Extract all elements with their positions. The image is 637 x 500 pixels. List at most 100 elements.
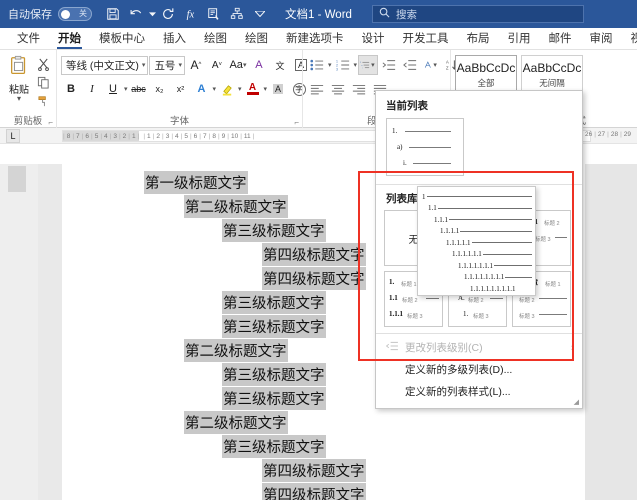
text-highlight-button[interactable]: [217, 79, 237, 99]
ruler-right-ticks: | 1 | 2 | 3 | 4 | 5 | 6 | 7 | 8 | 9 | 10 | 11 |: [143, 132, 255, 140]
menu-item-define-new-multilevel-list[interactable]: 定义新的多级列表(D)...: [376, 358, 582, 380]
underline-button[interactable]: U: [103, 79, 123, 99]
tab-design[interactable]: 设计: [353, 28, 394, 49]
doc-line[interactable]: 第二级标题文字: [62, 410, 585, 434]
tab-template-center[interactable]: 模板中心: [90, 28, 154, 49]
menu-item-change-list-level[interactable]: 更改列表级别(C) ›: [376, 336, 582, 358]
paste-button[interactable]: 粘贴 ▾: [4, 52, 34, 109]
bullets-caret-icon[interactable]: ▾: [328, 61, 332, 69]
current-list-title: 当前列表: [386, 100, 428, 112]
tab-developer[interactable]: 开发工具: [394, 28, 458, 49]
preview-level-row: 1.1.1.1.1.1: [422, 249, 532, 261]
font-size-combo[interactable]: 五号 ▾: [149, 55, 185, 75]
menu-item-define-new-list-style[interactable]: 定义新的列表样式(L)...: [376, 380, 582, 402]
character-shading-button[interactable]: A: [268, 79, 288, 99]
preview-level-row: 1.1: [422, 203, 532, 215]
paste-dropdown-caret-icon[interactable]: ▾: [17, 95, 21, 103]
highlight-caret-icon[interactable]: ▾: [238, 85, 242, 93]
format-painter-icon[interactable]: [34, 92, 52, 109]
doc-line[interactable]: 第四级标题文字: [62, 482, 585, 500]
copy-icon[interactable]: [34, 74, 52, 91]
multilevel-list-button[interactable]: 1ai ▾: [358, 55, 379, 75]
font-size-caret-icon[interactable]: ▾: [175, 61, 182, 69]
style-preview-text-2: AaBbCcDc: [522, 61, 582, 75]
svg-text:1: 1: [360, 62, 362, 64]
cut-icon[interactable]: [34, 56, 52, 73]
svg-text:fx: fx: [187, 10, 195, 21]
paste-special-icon[interactable]: [203, 3, 225, 25]
font-dialog-launcher-icon[interactable]: ⌐: [294, 118, 299, 127]
strikethrough-button[interactable]: abc: [129, 79, 149, 99]
text-effects-caret-icon[interactable]: ▾: [213, 85, 217, 93]
multilevel-list-preview-tooltip: 1 1.1 1.1.1 1.1.1.1 1.1.1.1.1 1.1.1.1.1.…: [417, 186, 536, 296]
style-card-all[interactable]: AaBbCcDc 全部: [455, 55, 517, 95]
font-color-caret-icon[interactable]: ▾: [264, 85, 268, 93]
tab-mailings[interactable]: 邮件: [540, 28, 581, 49]
numbering-button[interactable]: 123: [333, 55, 353, 75]
doc-line[interactable]: 第三级标题文字: [62, 434, 585, 458]
tab-draw-2[interactable]: 绘图: [236, 28, 277, 49]
bullets-button[interactable]: [307, 55, 327, 75]
current-list-tile[interactable]: 1. a) i.: [386, 118, 464, 176]
clipboard-icon: [8, 55, 30, 80]
tab-home[interactable]: 开始: [49, 28, 90, 49]
italic-button[interactable]: I: [82, 79, 102, 99]
svg-text:i: i: [362, 68, 363, 70]
align-left-button[interactable]: [307, 79, 327, 99]
phonetic-guide-button[interactable]: 文: [270, 55, 290, 75]
tab-review[interactable]: 审阅: [581, 28, 622, 49]
resize-grip-icon[interactable]: ◢: [574, 398, 579, 406]
bold-button[interactable]: B: [61, 79, 81, 99]
change-case-button[interactable]: Aa ▾: [228, 55, 248, 75]
undo-icon[interactable]: [125, 3, 147, 25]
org-chart-icon[interactable]: [226, 3, 248, 25]
preview-level-row: 1.1.1.1.1.1.1: [422, 260, 532, 272]
tab-insert[interactable]: 插入: [154, 28, 195, 49]
doc-line[interactable]: 第四级标题文字: [62, 458, 585, 482]
search-box[interactable]: 搜索: [372, 5, 584, 23]
clipboard-dialog-launcher-icon[interactable]: ⌐: [48, 118, 53, 127]
tab-new-tab[interactable]: 新建选项卡: [277, 28, 353, 49]
autosave-toggle[interactable]: 关: [58, 7, 92, 21]
chinese-layout-caret-icon[interactable]: ▾: [432, 61, 438, 69]
underline-caret-icon[interactable]: ▾: [124, 85, 128, 93]
clear-formatting-button[interactable]: A: [249, 55, 269, 75]
formula-icon[interactable]: fx: [180, 3, 202, 25]
redo-icon[interactable]: [157, 3, 179, 25]
text-effects-button[interactable]: A: [192, 79, 212, 99]
change-list-level-label: 更改列表级别(C): [405, 341, 483, 354]
customize-qat-icon[interactable]: [249, 3, 271, 25]
search-input[interactable]: 搜索: [396, 7, 417, 22]
increase-indent-button[interactable]: [400, 55, 420, 75]
font-group-label: 字体: [169, 116, 189, 127]
chinese-layout-button[interactable]: ▾: [421, 55, 441, 75]
undo-dropdown-caret-icon[interactable]: [148, 3, 156, 25]
font-name-combo[interactable]: 等线 (中文正文) ▾: [61, 55, 149, 75]
decrease-indent-button[interactable]: [379, 55, 399, 75]
vertical-ruler[interactable]: [0, 164, 38, 500]
preview-level-row: 1.1.1.1: [422, 226, 532, 238]
font-color-button[interactable]: A: [243, 79, 263, 99]
align-right-button[interactable]: [349, 79, 369, 99]
tab-view[interactable]: 视图: [622, 28, 637, 49]
autosave-toggle-knob: [61, 9, 70, 19]
save-icon[interactable]: [102, 3, 124, 25]
grow-font-button[interactable]: A ^: [186, 55, 206, 75]
tab-layout[interactable]: 布局: [458, 28, 499, 49]
subscript-button[interactable]: x₂: [150, 79, 170, 99]
shrink-font-button[interactable]: A ˅: [207, 55, 227, 75]
tab-file[interactable]: 文件: [8, 28, 49, 49]
change-case-caret-icon[interactable]: ▾: [243, 61, 247, 69]
align-center-button[interactable]: [328, 79, 348, 99]
style-card-no-spacing[interactable]: AaBbCcDc 无间隔: [521, 55, 583, 95]
tab-draw[interactable]: 绘图: [195, 28, 236, 49]
tab-references[interactable]: 引用: [499, 28, 540, 49]
superscript-button[interactable]: x²: [171, 79, 191, 99]
font-name-caret-icon[interactable]: ▾: [139, 61, 146, 69]
multilevel-list-caret-icon[interactable]: ▾: [370, 61, 376, 69]
tab-stop-selector[interactable]: L: [6, 129, 20, 143]
define-new-list-style-label: 定义新的列表样式(L)...: [405, 385, 511, 398]
numbering-caret-icon[interactable]: ▾: [354, 61, 358, 69]
change-list-level-icon: [385, 341, 398, 354]
preview-level-row: 1.1.1.1.1.1.1.1: [422, 272, 532, 284]
